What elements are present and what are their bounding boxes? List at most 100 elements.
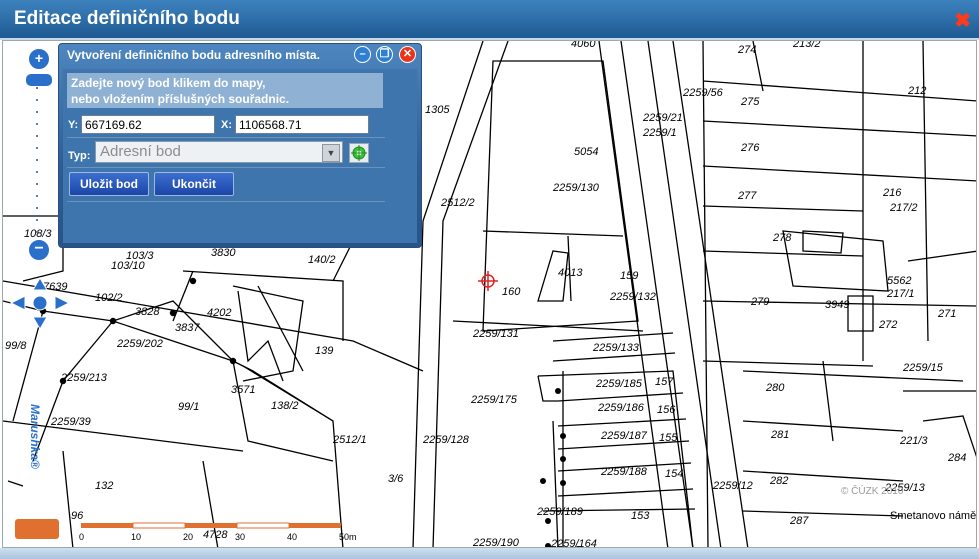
zoom-out-button[interactable]: −: [28, 239, 50, 261]
parcel-label: 2259/132: [609, 291, 656, 303]
parcel-label: 3571: [231, 384, 255, 396]
type-select[interactable]: Adresní bod ▼: [95, 141, 343, 163]
y-label: Y:: [68, 119, 79, 131]
parcel-label: 2259/12: [712, 480, 753, 492]
parcel-label: 156: [657, 404, 676, 416]
zoom-slider-thumb[interactable]: [25, 73, 53, 87]
close-icon[interactable]: ✖: [954, 8, 971, 33]
parcel-label: 2259/133: [592, 342, 640, 354]
parcel-label: 221/3: [899, 435, 928, 447]
parcel-label: 3949: [825, 299, 849, 311]
parcel-label: 2259/213: [60, 372, 108, 384]
parcel-label: 3/6: [388, 473, 404, 485]
parcel-label: 153: [631, 510, 650, 522]
parcel-label: 3830: [211, 247, 236, 259]
parcel-label: 2259/1: [642, 127, 677, 139]
parcel-label: 96: [71, 510, 84, 522]
parcel-label: 280: [765, 382, 785, 394]
minimize-icon[interactable]: –: [354, 46, 371, 63]
parcel-label: 3837: [175, 322, 200, 334]
copyright-text: © ČÚZK 2010: [841, 486, 904, 497]
end-button[interactable]: Ukončit: [154, 172, 234, 196]
parcel-label: 276: [740, 142, 760, 154]
x-label: X:: [221, 119, 232, 131]
parcel-label: 139: [315, 345, 333, 357]
parcel-label: 160: [502, 286, 521, 298]
pick-point-button[interactable]: [349, 143, 369, 163]
parcel-label: 4060: [571, 41, 596, 50]
parcel-label: 2259/189: [536, 506, 583, 518]
parcel-label: 138/2: [271, 400, 299, 412]
chevron-down-icon[interactable]: ▼: [322, 144, 340, 162]
scale-label: 10: [131, 532, 141, 542]
parcel-label: 281: [770, 429, 789, 441]
parcel-label: 132: [95, 480, 113, 492]
scale-label: 0: [79, 532, 84, 542]
brand-badge-icon: [15, 519, 59, 539]
parcel-label: 4013: [558, 267, 583, 279]
parcel-label: 99/8: [5, 340, 27, 352]
hint-line-2: nebo vložením příslušných souřadnic.: [71, 92, 290, 106]
parcel-label: 2259/128: [422, 434, 470, 446]
parcel-label: 2259/15: [902, 362, 944, 374]
x-coordinate-input[interactable]: [235, 115, 369, 134]
parcel-label: 279: [750, 296, 769, 308]
scale-label: 30: [235, 532, 245, 542]
parcel-label: 213/2: [792, 41, 821, 50]
parcel-label: 2259/164: [550, 538, 597, 548]
dialog-hint: Zadejte nový bod klikem do mapy, nebo vl…: [67, 73, 383, 108]
y-coordinate-input[interactable]: [81, 115, 215, 134]
pan-control[interactable]: [9, 276, 71, 331]
zoom-slider-track[interactable]: [36, 87, 38, 237]
parcel-label: 3828: [135, 306, 160, 318]
save-point-button[interactable]: Uložit bod: [69, 172, 149, 196]
parcel-label: 278: [772, 232, 792, 244]
crosshair-icon: [351, 145, 367, 161]
parcel-label: 99/1: [178, 401, 199, 413]
parcel-label: 2259/21: [642, 112, 683, 124]
parcel-label: 155: [659, 432, 678, 444]
parcel-label: 157: [655, 376, 674, 388]
parcel-label: 2259/175: [470, 394, 518, 406]
parcel-label: 2259/202: [116, 338, 163, 350]
hint-line-1: Zadejte nový bod klikem do mapy,: [71, 76, 266, 90]
parcel-label: 217/2: [889, 202, 918, 214]
parcel-label: 2259/185: [595, 378, 643, 390]
parcel-label: 2259/131: [472, 328, 519, 340]
parcel-label: 154: [665, 468, 683, 480]
dialog-title: Vytvoření definičního bodu adresního mís…: [67, 48, 320, 62]
parcel-label: 216: [882, 187, 902, 199]
window-titlebar: Editace definičního bodu ✖: [0, 0, 979, 40]
brand-logo: Marushka®: [28, 404, 42, 469]
parcel-label: 275: [740, 96, 760, 108]
parcel-label: 4202: [207, 307, 231, 319]
parcel-label: 159: [620, 270, 638, 282]
type-select-value: Adresní bod: [100, 143, 181, 160]
zoom-in-button[interactable]: +: [28, 48, 50, 70]
parcel-label: 140/2: [308, 254, 336, 266]
parcel-label: 5054: [574, 146, 598, 158]
parcel-label: 212: [907, 85, 926, 97]
parcel-label: 284: [947, 452, 966, 464]
parcel-label: 103/10: [111, 260, 146, 272]
parcel-label: 2259/187: [600, 430, 648, 442]
parcel-label: 2259/190: [472, 537, 520, 548]
parcel-label: 272: [878, 319, 897, 331]
parcel-label: 2512/1: [332, 434, 367, 446]
bottom-bar: [0, 548, 979, 559]
parcel-label: 5562: [887, 275, 911, 287]
parcel-label: 287: [789, 515, 809, 527]
dialog-close-icon[interactable]: ✕: [399, 46, 416, 63]
parcel-label: 2259/130: [552, 182, 600, 194]
restore-icon[interactable]: ❐: [376, 46, 393, 63]
parcel-label: 217/1: [886, 288, 915, 300]
dialog-body: Zadejte nový bod klikem do mapy, nebo vl…: [63, 69, 417, 243]
parcel-label: Vrabčí Trh: [3, 41, 53, 44]
scale-label: 50m: [339, 532, 357, 542]
parcel-label: 2259/56: [682, 87, 724, 99]
parcel-label: 277: [737, 190, 757, 202]
scale-bar: [81, 522, 341, 529]
scale-label: 40: [287, 532, 297, 542]
definition-point-marker: [478, 271, 498, 291]
parcel-label: 274: [737, 44, 756, 56]
